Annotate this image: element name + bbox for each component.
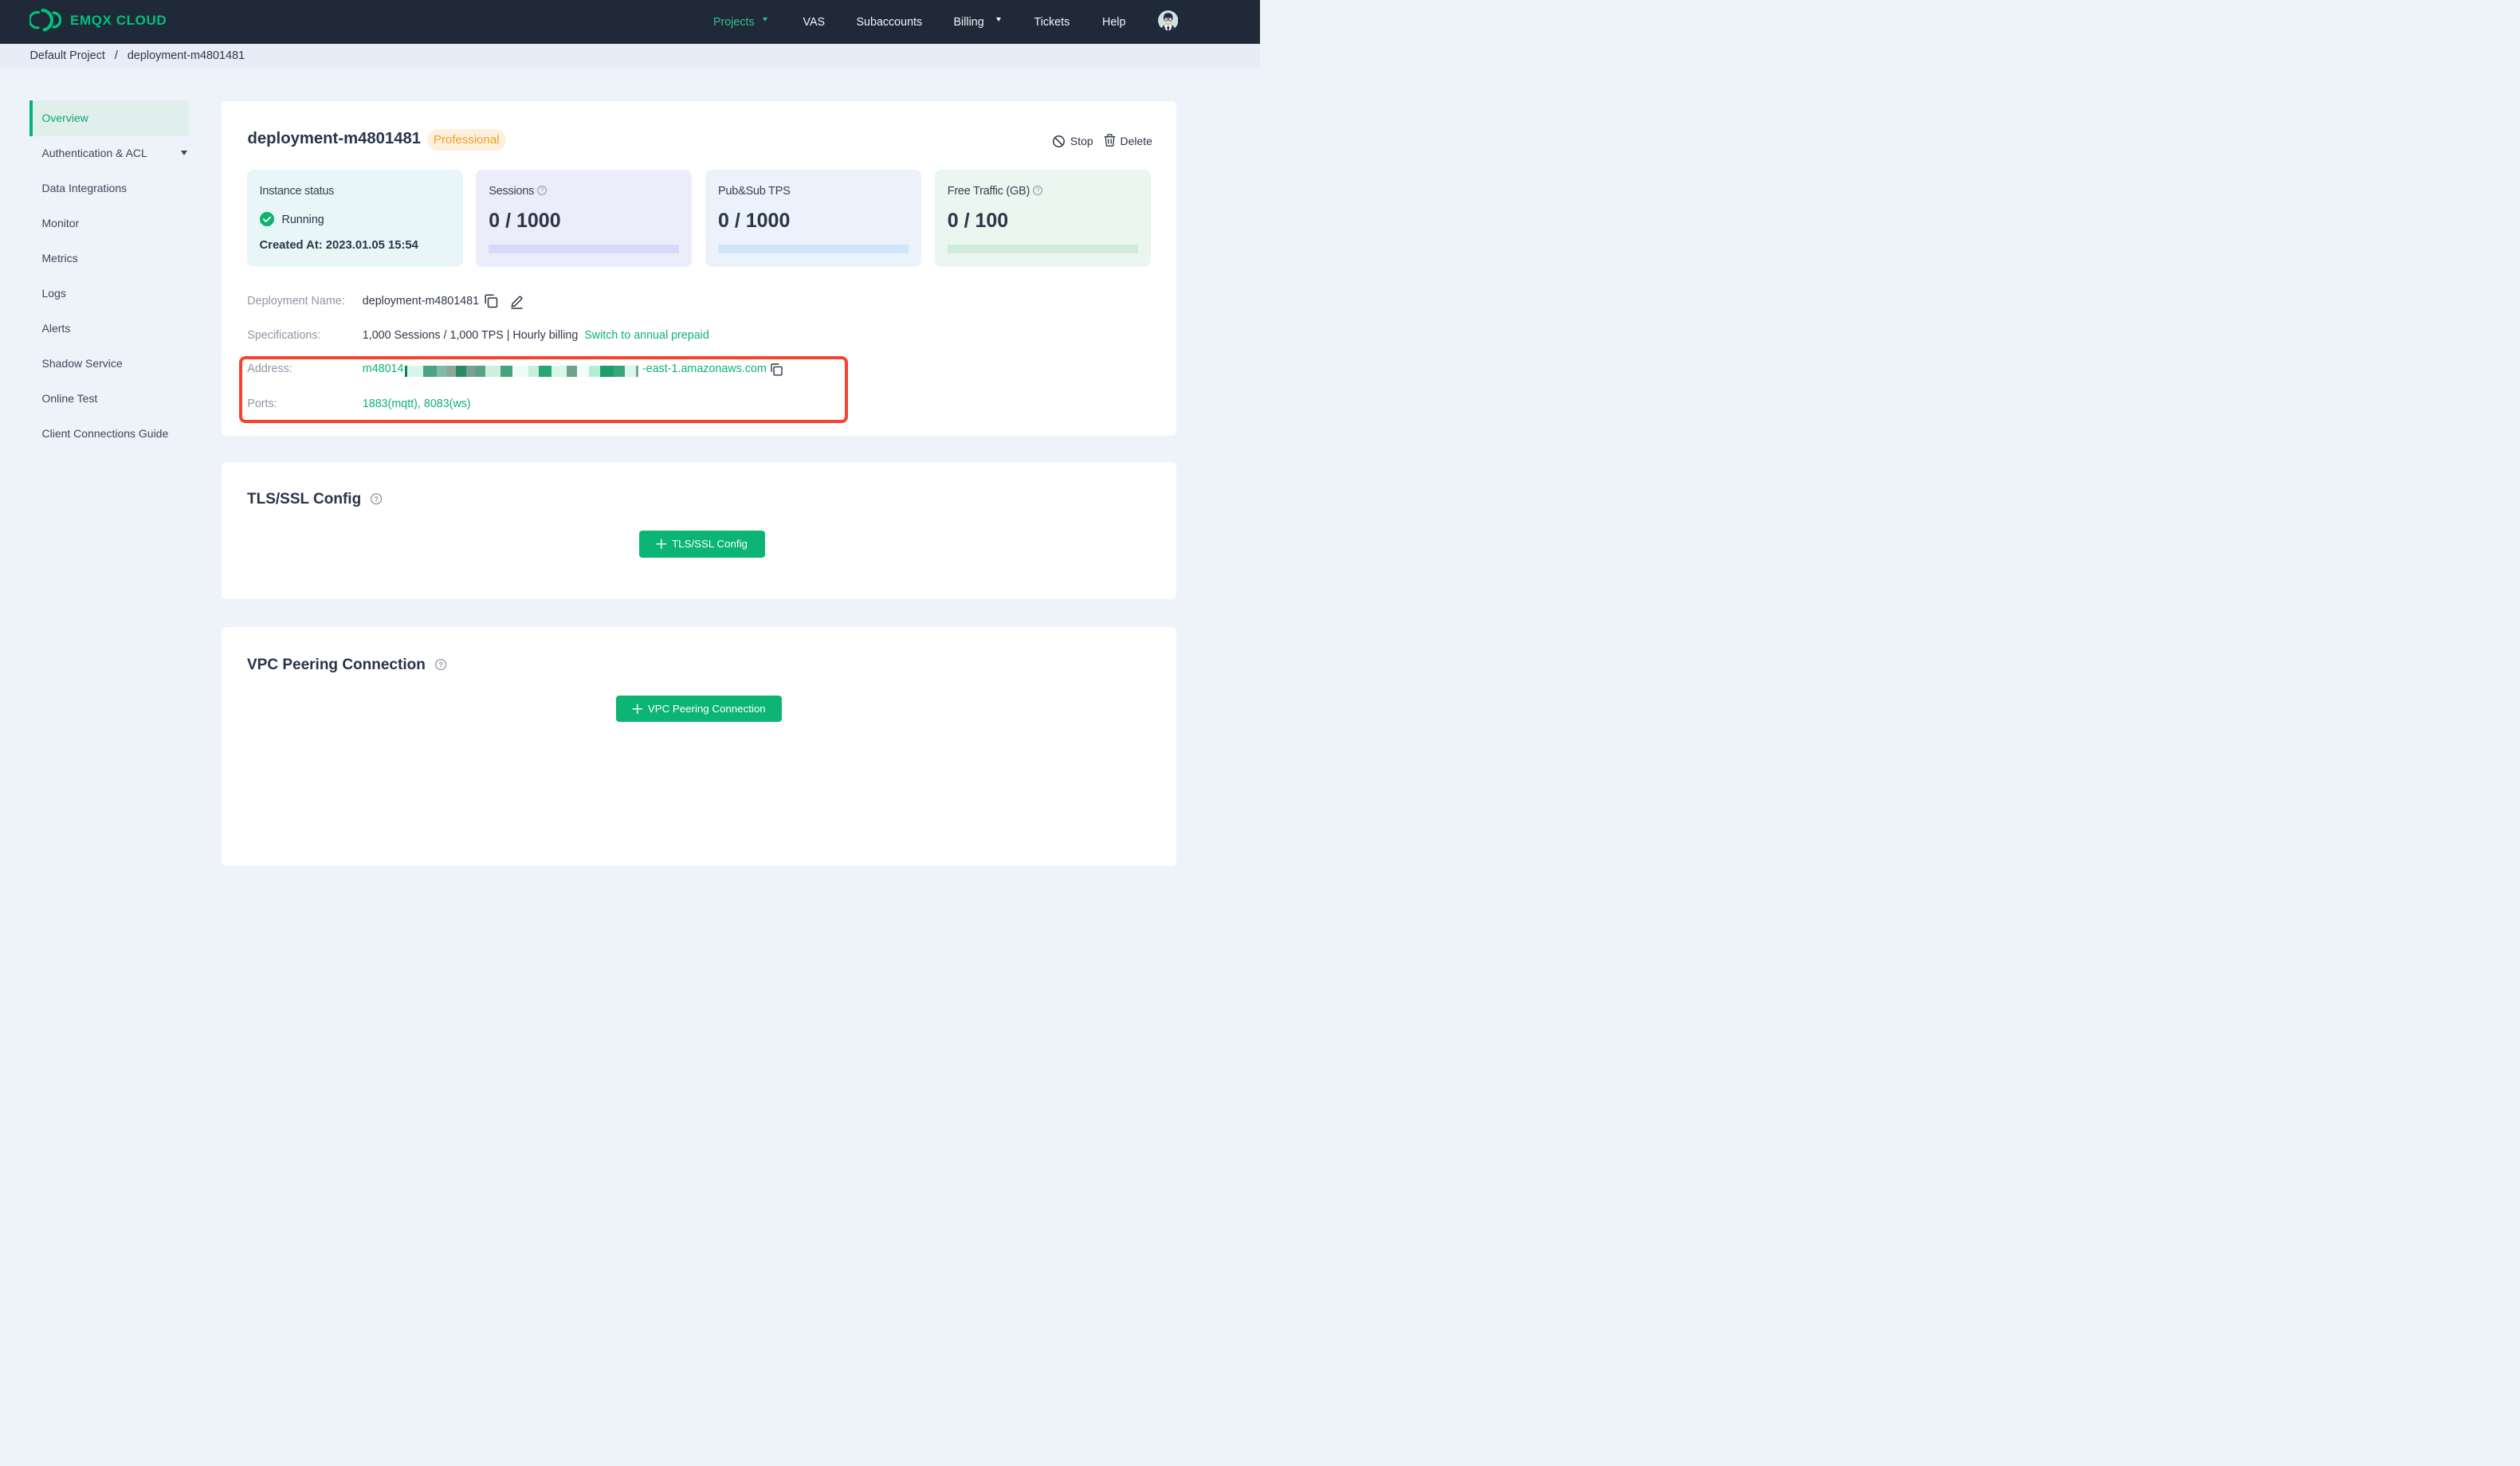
svg-text:?: ? (1036, 187, 1040, 194)
svg-text:?: ? (438, 660, 443, 668)
svg-text:?: ? (374, 495, 379, 504)
svg-text:?: ? (540, 187, 544, 194)
